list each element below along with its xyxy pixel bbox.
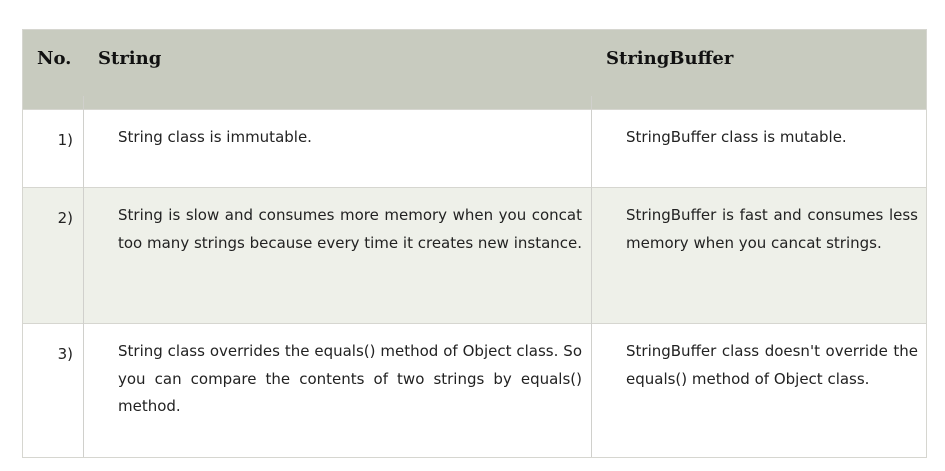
header-string: String [98, 48, 162, 69]
string-cell: String class is immutable. [118, 128, 312, 146]
row-number: 1) [57, 131, 73, 149]
header-stringbuffer: StringBuffer [606, 48, 734, 69]
stringbuffer-cell: StringBuffer class doesn't override the … [626, 342, 918, 388]
column-divider [83, 96, 84, 457]
stringbuffer-cell: StringBuffer is fast and consumes less m… [626, 206, 918, 252]
table-header: No. String StringBuffer [23, 30, 926, 109]
column-divider [591, 96, 592, 457]
row-number: 3) [57, 345, 73, 363]
row-number: 2) [57, 209, 73, 227]
header-no: No. [37, 48, 72, 69]
comparison-table: No. String StringBuffer 1) String class … [22, 29, 927, 458]
string-cell: String class overrides the equals() meth… [118, 342, 582, 415]
table-row: 1) String class is immutable. StringBuff… [23, 109, 926, 187]
table-row: 2) String is slow and consumes more memo… [23, 187, 926, 323]
stringbuffer-cell: StringBuffer class is mutable. [626, 128, 847, 146]
string-cell: String is slow and consumes more memory … [118, 206, 583, 252]
table-row: 3) String class overrides the equals() m… [23, 323, 926, 459]
